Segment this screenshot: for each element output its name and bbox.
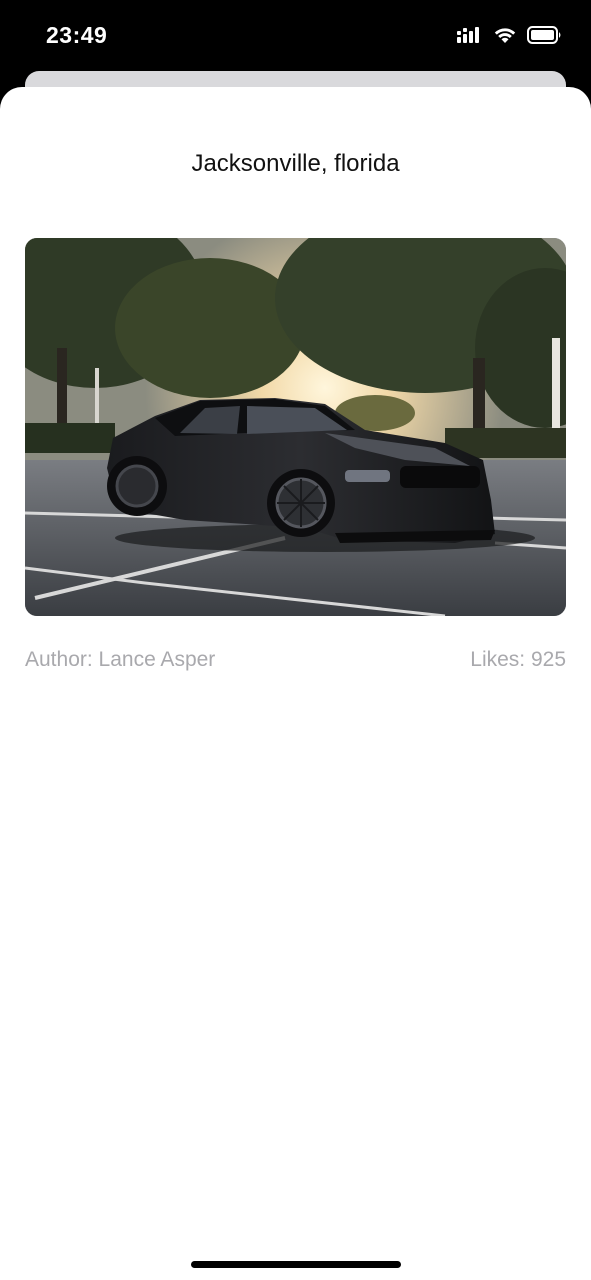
status-bar: 23:49 [0, 0, 591, 76]
car-photo [25, 238, 566, 616]
author-label: Author: Lance Asper [25, 648, 216, 671]
battery-icon [527, 26, 561, 44]
wifi-icon [494, 27, 516, 43]
home-indicator[interactable] [191, 1261, 401, 1268]
cellular-signal-icon [457, 27, 479, 43]
status-icons [457, 26, 563, 44]
status-time: 23:49 [46, 22, 108, 48]
page-title: Jacksonville, florida [191, 150, 400, 177]
detail-sheet: Jacksonville, florida Author: Lance Aspe… [0, 87, 591, 1280]
likes-count: Likes: 925 [470, 648, 566, 671]
